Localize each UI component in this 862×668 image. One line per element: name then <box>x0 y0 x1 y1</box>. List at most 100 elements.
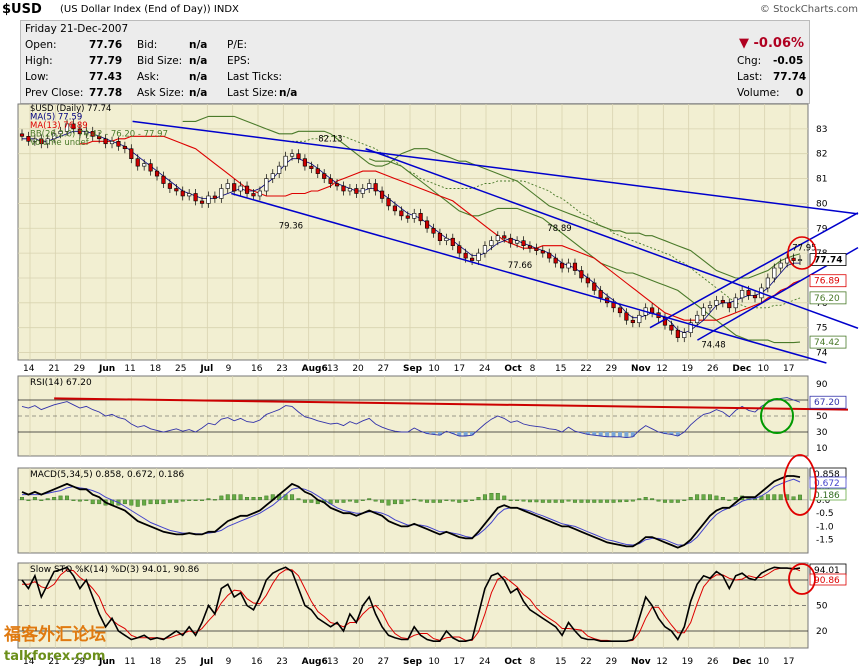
rsi-title: RSI(14) 67.20 <box>30 378 92 388</box>
macd-tick-label: -0.5 <box>816 509 834 519</box>
macd-histogram-bar <box>335 499 340 503</box>
sto-value-tag-text: 90.86 <box>814 576 840 586</box>
x-tick-label-bottom: 18 <box>150 657 162 667</box>
macd-histogram-bar <box>476 497 481 501</box>
candle-body <box>701 307 706 316</box>
x-tick-label: Jul <box>199 364 213 374</box>
macd-histogram-bar <box>772 494 777 501</box>
candle-body <box>193 193 198 202</box>
candle-body <box>508 237 513 244</box>
macd-histogram-bar <box>392 499 397 505</box>
x-tick-label: Sep <box>403 364 423 374</box>
candle-body <box>585 277 590 284</box>
candle-body <box>135 158 140 167</box>
macd-histogram-bar <box>32 497 37 501</box>
x-tick-label-bottom: 8 <box>530 657 536 667</box>
x-tick-label: 23 <box>276 364 287 374</box>
macd-histogram-bar <box>630 499 635 502</box>
candle-body <box>187 193 192 197</box>
x-tick-label-bottom: 27 <box>378 657 389 667</box>
candle-body <box>418 213 423 222</box>
macd-histogram-bar <box>765 494 770 501</box>
macd-histogram-bar <box>174 499 179 503</box>
macd-histogram-bar <box>225 494 230 501</box>
macd-value-tag-text: 0.186 <box>814 491 840 501</box>
x-tick-label: 25 <box>175 364 186 374</box>
macd-histogram-bar <box>212 499 217 501</box>
candle-body <box>302 158 307 167</box>
macd-histogram-bar <box>58 495 63 501</box>
x-tick-label: 14 <box>23 364 35 374</box>
candle-body <box>354 188 359 194</box>
candle-body <box>560 262 565 269</box>
sto-tick-label: 20 <box>816 627 828 637</box>
candle-body <box>161 175 166 184</box>
candle-body <box>238 185 243 192</box>
watermark-cn: 福客外汇论坛 <box>3 624 106 645</box>
candle-body <box>264 178 269 192</box>
price-annotation: 82.13 <box>318 134 342 144</box>
candle-body <box>772 267 777 279</box>
x-tick-label-bottom: 19 <box>682 657 694 667</box>
x-tick-label: 29 <box>606 364 618 374</box>
macd-histogram-bar <box>219 495 224 501</box>
macd-histogram-bar <box>309 499 314 503</box>
macd-histogram-bar <box>624 499 629 502</box>
price-tick-label: 74 <box>816 349 828 359</box>
price-legend-entry: Volume undef <box>30 138 90 148</box>
candle-body <box>360 188 365 194</box>
candle-body <box>727 302 732 309</box>
candle-body <box>392 205 398 212</box>
candle-body <box>122 145 127 150</box>
macd-histogram-bar <box>482 494 487 501</box>
rsi-tick-label: 30 <box>816 428 828 438</box>
macd-histogram-bar <box>688 497 693 501</box>
candle-body <box>502 235 507 239</box>
candle-body <box>778 262 783 269</box>
x-tick-label-bottom: Nov <box>631 657 651 667</box>
candle-body <box>180 190 185 197</box>
candle-body <box>116 140 121 147</box>
x-tick-label-bottom: 23 <box>276 657 287 667</box>
macd-histogram-bar <box>553 499 558 503</box>
macd-histogram-bar <box>502 495 507 501</box>
price-tick-label: 82 <box>816 150 827 160</box>
macd-histogram-bar <box>617 499 622 503</box>
macd-histogram-bar <box>399 499 404 505</box>
candle-body <box>540 250 545 254</box>
price-tick-label: 75 <box>816 324 827 334</box>
macd-histogram-bar <box>360 499 365 501</box>
macd-histogram-bar <box>232 494 237 501</box>
x-tick-label: 24 <box>479 364 491 374</box>
rsi-tick-label: 50 <box>816 412 828 422</box>
macd-tick-label: -1.0 <box>816 522 834 532</box>
candle-body <box>637 314 642 324</box>
candle-body <box>232 183 237 192</box>
candle-body <box>154 170 160 177</box>
macd-histogram-bar <box>431 499 436 503</box>
candle-body <box>341 185 346 192</box>
x-tick-label-bottom: Jul <box>199 657 213 667</box>
macd-tick-label: -1.5 <box>816 536 834 546</box>
macd-histogram-bar <box>701 494 706 501</box>
macd-histogram-bar <box>418 499 423 502</box>
macd-histogram-bar <box>77 499 82 502</box>
macd-histogram-bar <box>155 499 160 505</box>
macd-histogram-bar <box>560 499 565 503</box>
macd-histogram-bar <box>39 499 44 501</box>
macd-histogram-bar <box>148 499 153 505</box>
macd-histogram-bar <box>180 499 185 502</box>
candle-body <box>765 277 770 289</box>
macd-histogram-bar <box>547 499 552 503</box>
macd-histogram-bar <box>605 499 610 503</box>
candle-body <box>457 245 462 254</box>
macd-histogram-bar <box>386 499 391 506</box>
macd-histogram-bar <box>720 497 725 501</box>
x-tick-label-bottom: 13 <box>327 657 338 667</box>
candle-body <box>592 282 597 291</box>
candle-body <box>714 300 719 306</box>
macd-histogram-bar <box>444 499 449 501</box>
macd-histogram-bar <box>238 494 243 501</box>
candle-body <box>431 227 436 234</box>
x-tick-label: 26 <box>707 364 719 374</box>
